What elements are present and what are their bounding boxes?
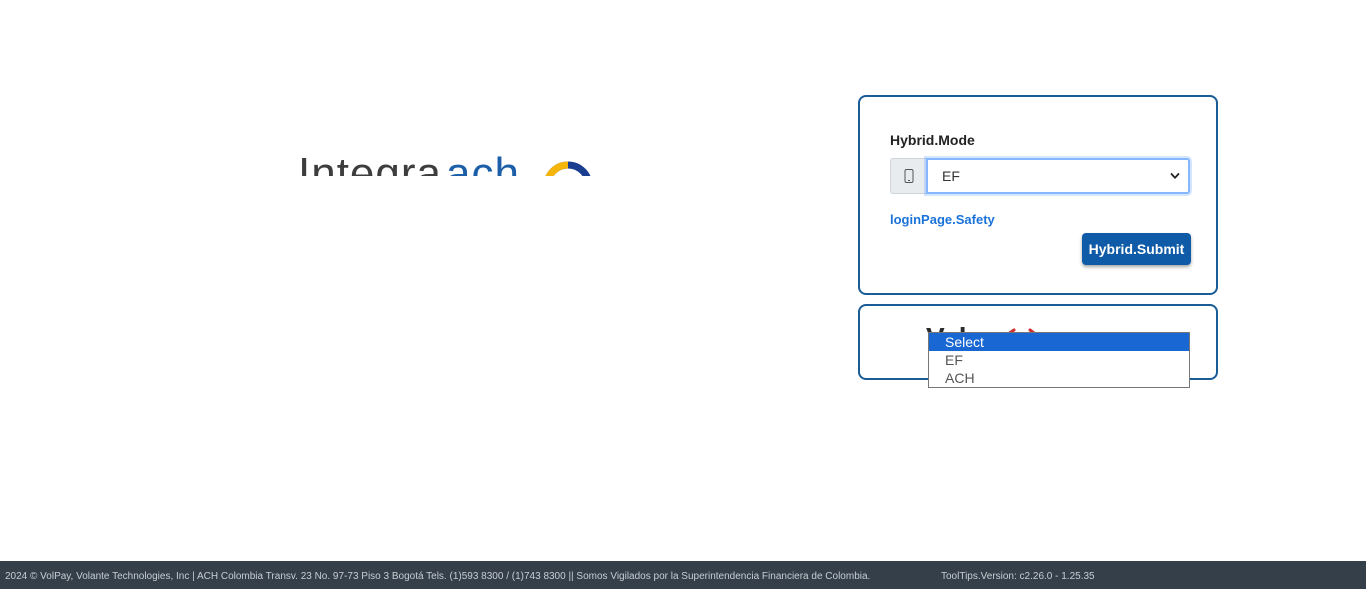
submit-button[interactable]: Hybrid.Submit	[1082, 233, 1191, 265]
dropdown-option-ef[interactable]: EF	[929, 351, 1189, 369]
dropdown-option-select[interactable]: Select	[929, 333, 1189, 351]
footer-copyright: 2024 © VolPay, Volante Technologies, Inc…	[5, 571, 871, 582]
hybrid-mode-label: Hybrid.Mode	[890, 132, 975, 148]
logo-text-ach: ach	[445, 150, 520, 177]
login-card: Hybrid.Mode EF loginPage.Safety Hybrid.S…	[858, 95, 1218, 295]
logo-ring-icon	[545, 161, 591, 176]
login-page: Integraach Hybrid.Mode EF loginPage.Safe…	[0, 0, 1366, 589]
mode-select[interactable]: EF	[926, 158, 1190, 194]
chevron-down-icon	[1170, 173, 1180, 179]
mode-dropdown-list: Select EF ACH	[928, 332, 1190, 388]
logo-text-integra: Integra	[298, 150, 442, 177]
mode-input-group: EF	[890, 158, 1190, 194]
mobile-icon	[890, 158, 926, 194]
dropdown-option-ach[interactable]: ACH	[929, 369, 1189, 387]
footer: 2024 © VolPay, Volante Technologies, Inc…	[0, 561, 1366, 589]
safety-link[interactable]: loginPage.Safety	[890, 212, 995, 227]
integra-ach-logo: Integraach	[296, 150, 606, 176]
footer-version: ToolTips.Version: c2.26.0 - 1.25.35	[941, 571, 1095, 582]
mode-select-value: EF	[942, 168, 960, 184]
